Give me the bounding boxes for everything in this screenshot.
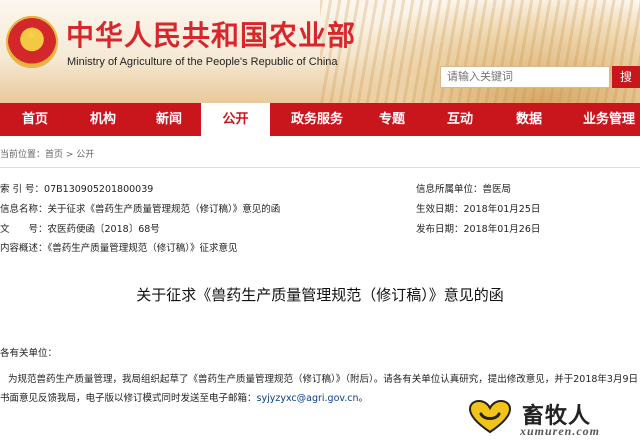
body-paragraph-line-2: 书面意见反馈我局，电子版以修订模式同时发送至电子邮箱：syjyzyxc@agri… [0,390,368,404]
meta-effective-value: 2018年01月25日 [463,204,541,215]
nav-item-news[interactable]: 新闻 [152,103,186,136]
divider [0,167,640,168]
national-emblem-icon: ★ [6,16,58,68]
meta-dept-value: 兽医局 [482,184,512,195]
meta-summary-label: 内容概述： [0,243,48,254]
meta-effective-date: 生效日期：2018年01月25日 [416,201,540,215]
search-button[interactable]: 搜 [612,66,640,88]
main-nav: 首页 机构 新闻 公开 政务服务 专题 互动 数据 业务管理 [0,103,640,136]
meta-publish-value: 2018年01月26日 [463,224,541,235]
meta-summary-value: 《兽药生产质量管理规范（修订稿）》征求意见 [47,243,238,254]
heart-logo-icon [469,400,511,434]
meta-index: 索 引 号：07B130905201800039 [0,181,153,195]
meta-index-label: 索 引 号： [0,184,45,195]
meta-doc-label: 文 号： [0,224,48,235]
meta-publish-label: 发布日期： [416,224,464,235]
meta-doc-number: 文 号：农医药便函〔2018〕68号 [0,221,160,235]
body-paragraph-prefix: 书面意见反馈我局，电子版以修订模式同时发送至电子邮箱： [0,393,257,404]
meta-summary: 内容概述：《兽药生产质量管理规范（修订稿）》征求意见 [0,240,238,254]
nav-item-topics[interactable]: 专题 [375,103,409,136]
salutation: 各有关单位： [0,348,58,359]
nav-item-data[interactable]: 数据 [512,103,546,136]
nav-item-home[interactable]: 首页 [18,103,52,136]
meta-index-value: 07B130905201800039 [44,184,154,195]
star-icon: ★ [26,28,38,43]
meta-name: 信息名称：关于征求《兽药生产质量管理规范（修订稿）》意见的函 [0,201,280,215]
nav-item-interaction[interactable]: 互动 [443,103,477,136]
site-subtitle: Ministry of Agriculture of the People's … [67,56,338,68]
site-header: ★ 中华人民共和国农业部 Ministry of Agriculture of … [0,0,640,103]
site-title[interactable]: 中华人民共和国农业部 [66,14,356,54]
nav-item-government-services[interactable]: 政务服务 [287,103,347,136]
nav-item-public[interactable]: 公开 [201,103,270,136]
nav-item-business-management[interactable]: 业务管理 [581,103,637,136]
meta-publish-date: 发布日期：2018年01月26日 [416,221,540,235]
email-link[interactable]: syjyzyxc@agri.gov.cn [257,393,359,404]
breadcrumb: 当前位置：首页 > 公开 [0,150,95,160]
document-title: 关于征求《兽药生产质量管理规范（修订稿）》意见的函 [136,286,504,304]
meta-doc-value: 农医药便函〔2018〕68号 [47,224,160,235]
body-paragraph-line-1: 为规范兽药生产质量管理，我局组织起草了《兽药生产质量管理规范（修订稿）》（附后）… [8,374,639,385]
meta-effective-label: 生效日期： [416,204,464,215]
body-paragraph-suffix: 。 [358,393,369,404]
meta-dept-label: 信息所属单位： [416,184,483,195]
nav-item-organization[interactable]: 机构 [86,103,120,136]
search-input[interactable] [440,66,610,88]
watermark-url: xumuren.com [520,424,601,438]
meta-name-label: 信息名称： [0,204,48,215]
meta-department: 信息所属单位：兽医局 [416,181,511,195]
meta-name-value: 关于征求《兽药生产质量管理规范（修订稿）》意见的函 [47,204,281,215]
